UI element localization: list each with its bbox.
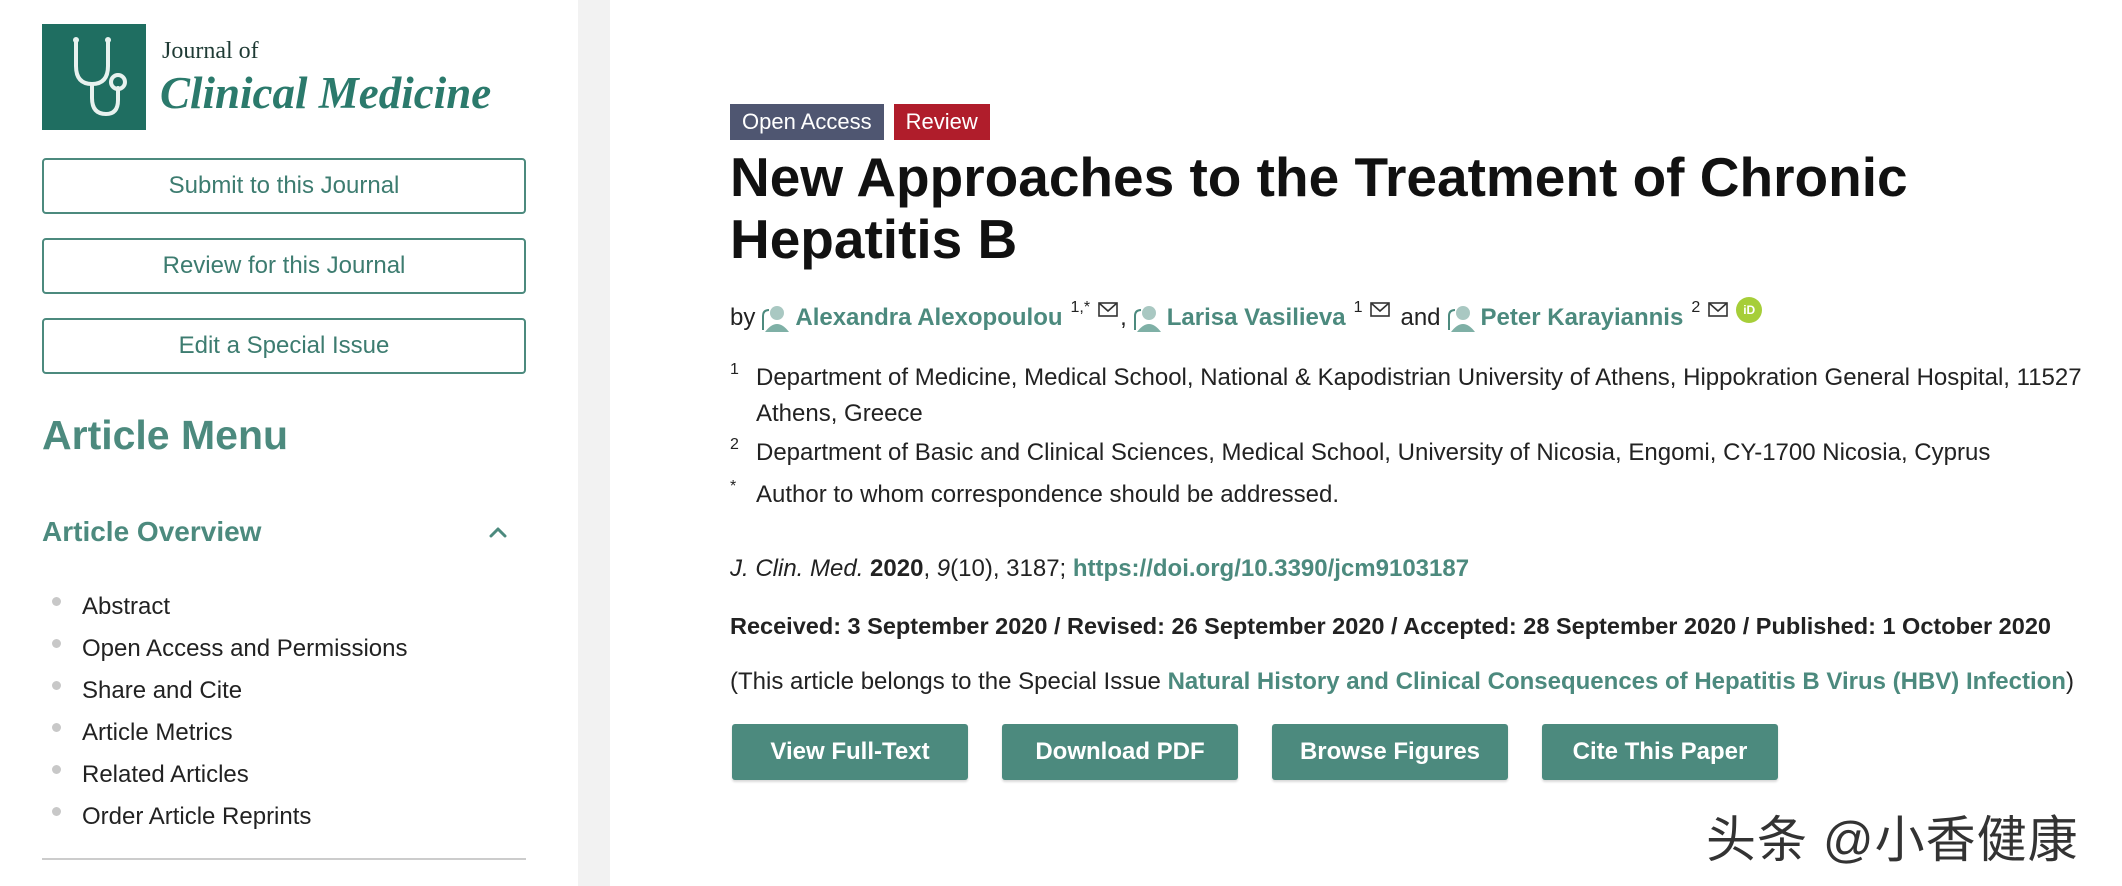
article-menu-heading: Article Menu: [42, 412, 289, 458]
article-type-badge: Review: [893, 104, 990, 140]
sidebar-gutter: [578, 0, 610, 886]
special-issue-link[interactable]: Natural History and Clinical Consequence…: [1168, 668, 2066, 695]
stethoscope-icon: [42, 24, 146, 130]
bullet-icon: [52, 596, 61, 606]
orcid-icon[interactable]: iD: [1736, 297, 1763, 323]
special-issue-prefix: (This article belongs to the Special Iss…: [730, 668, 1168, 695]
author-profile-icon[interactable]: [1445, 302, 1477, 334]
menu-item-label: Abstract: [82, 593, 171, 620]
view-full-text-button[interactable]: View Full-Text: [732, 724, 968, 780]
author-separator: ,: [1120, 304, 1127, 331]
open-access-badge[interactable]: Open Access: [730, 104, 884, 140]
menu-item-label: Share and Cite: [82, 677, 243, 704]
affiliation: 2 Department of Basic and Clinical Scien…: [730, 435, 2110, 471]
journal-name-line1: Journal of: [162, 38, 259, 64]
by-label: by: [730, 304, 756, 331]
affiliation: * Author to whom correspondence should b…: [730, 477, 2110, 513]
special-issue-suffix: ): [2065, 668, 2074, 695]
menu-item-related-articles[interactable]: Related Articles: [52, 754, 408, 796]
menu-item-label: Related Articles: [82, 761, 249, 788]
bullet-icon: [52, 722, 61, 732]
citation-volume: 9: [936, 555, 951, 582]
submit-button[interactable]: Submit to this Journal: [42, 158, 526, 214]
author-name[interactable]: Larisa Vasilieva: [1167, 304, 1346, 332]
author-name[interactable]: Alexandra Alexopoulou: [795, 304, 1062, 332]
email-icon[interactable]: [1098, 302, 1120, 318]
journal-name-line2: Clinical Medicine: [160, 68, 492, 118]
sidebar-divider: [42, 858, 526, 860]
journal-logo[interactable]: Journal of Clinical Medicine: [42, 24, 491, 130]
article-title: New Approaches to the Treatment of Chron…: [730, 146, 1908, 270]
doi-link[interactable]: https://doi.org/10.3390/jcm9103187: [1073, 555, 1469, 582]
menu-item-label: Order Article Reprints: [82, 803, 312, 830]
citation-year: 2020: [870, 555, 924, 582]
chevron-up-icon[interactable]: [488, 522, 508, 542]
menu-item-abstract[interactable]: Abstract: [52, 586, 408, 628]
bullet-icon: [52, 764, 61, 774]
author-profile-icon[interactable]: [1131, 302, 1163, 334]
watermark: 头条 @小香健康: [1706, 812, 2079, 868]
author-byline: by Alexandra Alexopoulou 1,* , Larisa Va…: [730, 297, 1763, 334]
affiliation-mark: 1: [730, 361, 739, 378]
article-overview-toggle[interactable]: Article Overview: [42, 516, 508, 548]
download-pdf-button[interactable]: Download PDF: [1002, 724, 1238, 780]
menu-item-order-reprints[interactable]: Order Article Reprints: [52, 796, 408, 838]
menu-item-share-cite[interactable]: Share and Cite: [52, 670, 408, 712]
menu-item-article-metrics[interactable]: Article Metrics: [52, 712, 408, 754]
author-affiliation-mark: 1: [1353, 299, 1363, 316]
affiliation-text: Department of Basic and Clinical Science…: [756, 439, 1991, 466]
bullet-icon: [52, 638, 61, 648]
affiliation-text: Author to whom correspondence should be …: [756, 481, 1340, 508]
affiliation: 1 Department of Medicine, Medical School…: [730, 360, 2110, 432]
citation-issue-pages: (10), 3187;: [950, 555, 1067, 582]
author-affiliation-mark: 1,*: [1070, 299, 1091, 316]
author-separator: and: [1400, 304, 1441, 331]
cite-this-paper-button[interactable]: Cite This Paper: [1542, 724, 1778, 780]
article-overview-list: Abstract Open Access and Permissions Sha…: [52, 586, 408, 838]
article-overview-label: Article Overview: [42, 516, 262, 547]
journal-name: Journal of Clinical Medicine: [160, 38, 491, 119]
browse-figures-button[interactable]: Browse Figures: [1272, 724, 1508, 780]
publication-dates: Received: 3 September 2020 / Revised: 26…: [730, 613, 2051, 639]
menu-item-label: Article Metrics: [82, 719, 233, 746]
citation-line: J. Clin. Med. 2020, 9(10), 3187; https:/…: [730, 555, 1470, 582]
bullet-icon: [52, 680, 61, 690]
affiliation-mark: 2: [730, 436, 739, 453]
affiliation-text: Department of Medicine, Medical School, …: [756, 364, 2082, 427]
orcid-label: iD: [1743, 303, 1756, 317]
journal-abbrev: J. Clin. Med.: [730, 555, 864, 582]
author-name[interactable]: Peter Karayiannis: [1481, 304, 1684, 332]
author-affiliation-mark: 2: [1691, 299, 1701, 316]
author-profile-icon[interactable]: [759, 302, 791, 334]
menu-item-open-access[interactable]: Open Access and Permissions: [52, 628, 408, 670]
special-issue-note: (This article belongs to the Special Iss…: [730, 668, 2074, 696]
email-icon[interactable]: [1708, 302, 1730, 318]
bullet-icon: [52, 806, 61, 816]
review-button[interactable]: Review for this Journal: [42, 238, 526, 294]
sidebar: Journal of Clinical Medicine Submit to t…: [0, 0, 578, 886]
menu-item-label: Open Access and Permissions: [82, 635, 408, 662]
email-icon[interactable]: [1370, 302, 1392, 318]
article-actions: View Full-Text Download PDF Browse Figur…: [732, 724, 1778, 780]
edit-special-issue-button[interactable]: Edit a Special Issue: [42, 318, 526, 374]
affiliation-mark: *: [730, 478, 737, 495]
article-badges: Open Access Review: [730, 104, 990, 140]
